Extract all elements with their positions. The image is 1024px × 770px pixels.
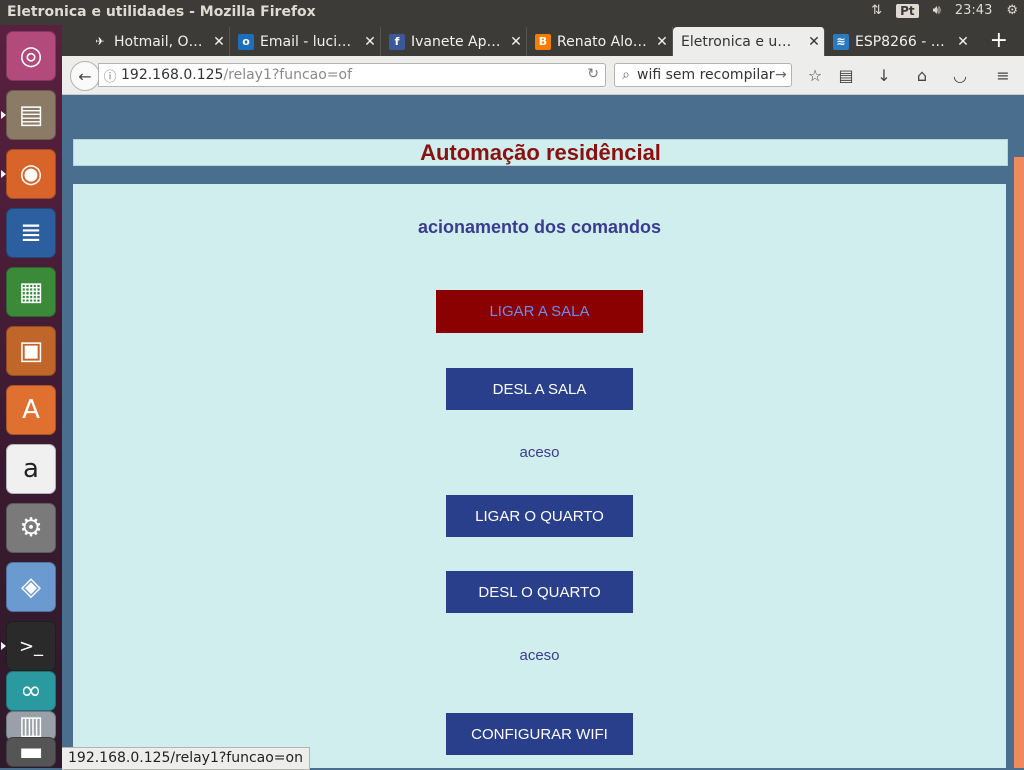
- url-host: 192.168.0.125: [121, 67, 224, 83]
- blogger-icon: B: [535, 33, 551, 50]
- new-tab-icon[interactable]: +: [990, 28, 1008, 53]
- system-settings-icon[interactable]: ⚙: [6, 503, 56, 553]
- link-status-bar: 192.168.0.125/relay1?funcao=on: [62, 747, 310, 770]
- scrollbar[interactable]: [1014, 157, 1024, 768]
- status-sala: aceso: [519, 444, 560, 461]
- ubuntu-dash-icon[interactable]: ◎: [6, 31, 56, 81]
- tab-blogger[interactable]: B Renato Alo… ✕: [527, 27, 673, 56]
- keyboard-layout-indicator[interactable]: Pt: [896, 3, 919, 18]
- close-tab-icon[interactable]: ✕: [209, 34, 229, 50]
- page-title: Automação residêncial: [420, 140, 661, 165]
- search-input[interactable]: wifi sem recompilar: [637, 67, 775, 83]
- search-bar[interactable]: ⌕ wifi sem recompilar →: [614, 63, 792, 87]
- unity-launcher: ◎ ▤ ◉ ≣ ▦ ▣ A a ⚙ ◈ >_ ∞ ▥ ▬: [0, 25, 62, 768]
- header-box: Automação residêncial: [73, 139, 1008, 166]
- virtualbox-icon[interactable]: ◈: [6, 562, 56, 612]
- tab-facebook[interactable]: f Ivanete Ap… ✕: [381, 27, 527, 56]
- libreoffice-calc-icon[interactable]: ▦: [6, 267, 56, 317]
- desl-quarto-button[interactable]: DESL O QUARTO: [446, 571, 633, 613]
- download-arrow-icon[interactable]: ↓: [873, 64, 895, 86]
- configurar-wifi-button[interactable]: CONFIGURAR WIFI: [446, 713, 633, 755]
- nav-bar: ← ⓘ 192.168.0.125/relay1?funcao=of ↻ ⌕ w…: [62, 56, 1024, 95]
- system-tray: ⇅ Pt 🔊︎ 23:43 ⚙: [871, 3, 1018, 18]
- tab-email[interactable]: o Email - luci… ✕: [230, 27, 381, 56]
- control-panel: acionamento dos comandos LIGAR A SALA DE…: [73, 184, 1006, 768]
- software-center-icon[interactable]: A: [6, 385, 56, 435]
- tab-label: Renato Alo…: [557, 33, 647, 50]
- libreoffice-impress-icon[interactable]: ▣: [6, 326, 56, 376]
- terminal-icon[interactable]: >_: [6, 621, 56, 671]
- hamburger-menu-icon[interactable]: ≡: [992, 64, 1014, 86]
- tab-label: Email - luci…: [260, 33, 352, 50]
- volume-icon[interactable]: 🔊︎: [933, 3, 941, 18]
- home-icon[interactable]: ⌂: [911, 64, 933, 86]
- top-panel: Eletronica e utilidades - Mozilla Firefo…: [0, 0, 1024, 25]
- status-quarto: aceso: [519, 647, 560, 664]
- bookmark-star-icon[interactable]: ☆: [804, 64, 826, 86]
- close-tab-icon[interactable]: ✕: [506, 34, 526, 50]
- search-icon: ⌕: [622, 67, 630, 83]
- settings-gear-icon[interactable]: ⚙: [1006, 3, 1018, 18]
- tab-label: Eletronica e u…: [681, 33, 792, 50]
- clock[interactable]: 23:43: [955, 3, 992, 18]
- back-arrow-icon[interactable]: ←: [70, 61, 100, 91]
- ligar-sala-button[interactable]: LIGAR A SALA: [436, 290, 643, 333]
- reading-list-icon[interactable]: ▤: [835, 64, 857, 86]
- desl-sala-button[interactable]: DESL A SALA: [446, 368, 633, 410]
- tab-label: ESP8266 - …: [855, 33, 945, 50]
- outlook-icon: o: [238, 33, 254, 50]
- section-subtitle: acionamento dos comandos: [417, 217, 662, 237]
- amazon-icon[interactable]: a: [6, 444, 56, 494]
- ligar-quarto-button[interactable]: LIGAR O QUARTO: [446, 495, 633, 537]
- arduino-icon[interactable]: ∞: [6, 671, 56, 711]
- page-viewport: Automação residêncial acionamento dos co…: [62, 95, 1024, 768]
- close-tab-icon[interactable]: ✕: [652, 34, 672, 50]
- tab-label: Ivanete Ap…: [411, 33, 501, 50]
- close-tab-icon[interactable]: ✕: [804, 34, 824, 50]
- close-tab-icon[interactable]: ✕: [953, 34, 973, 50]
- info-icon[interactable]: ⓘ: [99, 66, 121, 85]
- hotmail-icon: ✈: [95, 35, 105, 48]
- trash-icon[interactable]: ▬: [6, 737, 56, 767]
- network-icon[interactable]: ⇅: [871, 3, 882, 18]
- facebook-icon: f: [389, 33, 405, 50]
- search-go-arrow-icon[interactable]: →: [775, 67, 791, 83]
- firefox-icon[interactable]: ◉: [6, 149, 56, 199]
- pocket-icon[interactable]: ◡: [949, 64, 971, 86]
- tab-eletronica[interactable]: Eletronica e u… ✕: [673, 27, 825, 56]
- url-bar[interactable]: ⓘ 192.168.0.125/relay1?funcao=of ↻: [98, 63, 606, 87]
- esp-icon: ≋: [833, 33, 849, 50]
- libreoffice-writer-icon[interactable]: ≣: [6, 208, 56, 258]
- close-tab-icon[interactable]: ✕: [360, 34, 380, 50]
- tab-esp8266[interactable]: ≋ ESP8266 - … ✕: [825, 27, 973, 56]
- tab-hotmail[interactable]: ✈ Hotmail, O… ✕: [84, 27, 230, 56]
- files-icon[interactable]: ▤: [6, 90, 56, 140]
- url-path: /relay1?funcao=of: [223, 67, 353, 83]
- tab-label: Hotmail, O…: [114, 33, 203, 50]
- window-title: Eletronica e utilidades - Mozilla Firefo…: [7, 4, 316, 20]
- reload-icon[interactable]: ↻: [587, 66, 599, 82]
- tab-strip: ✈ Hotmail, O… ✕ o Email - luci… ✕ f Ivan…: [62, 25, 1024, 56]
